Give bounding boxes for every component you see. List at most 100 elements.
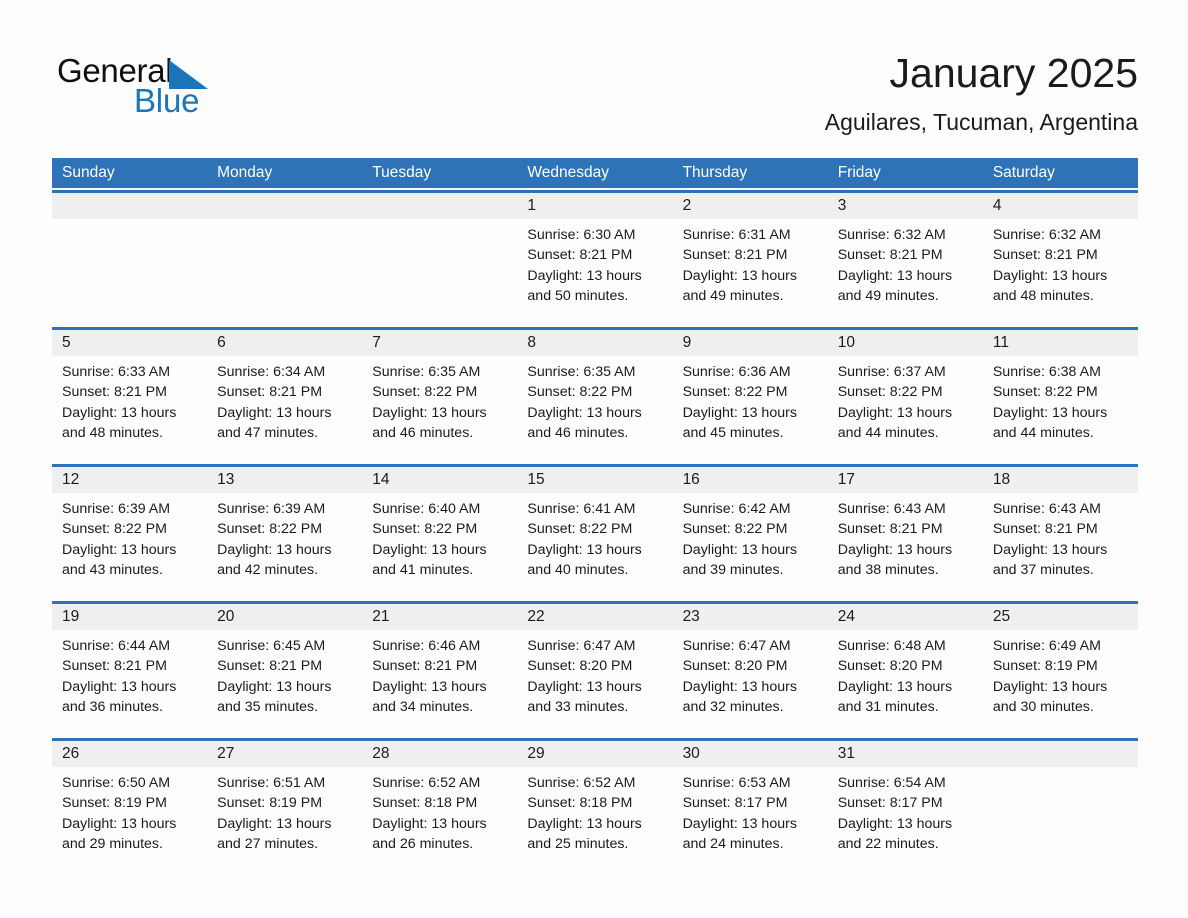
day-info-line: and 40 minutes. <box>527 561 629 578</box>
calendar-day-cell[interactable]: 4 Sunrise: 6:32 AM Sunset: 8:21 PM Daylight… <box>983 193 1138 325</box>
calendar-weeks: 1 Sunrise: 6:30 AM Sunset: 8:21 PM Daylight… <box>52 190 1138 870</box>
day-info-line: Sunset: 8:22 PM <box>682 521 788 538</box>
day-info-line: Sunrise: 6:41 AM <box>527 501 636 517</box>
calendar-day-cell[interactable]: 30 Sunrise: 6:53 AM Sunset: 8:17 PM Dayligh… <box>673 741 828 873</box>
calendar-day-cell[interactable]: 8 Sunrise: 6:35 AM Sunset: 8:22 PM Daylight… <box>517 330 672 462</box>
day-info-line: and 50 minutes. <box>527 287 629 304</box>
day-number: 21 <box>372 608 390 625</box>
calendar-day-cell[interactable]: 6 Sunrise: 6:34 AM Sunset: 8:21 PM Daylight… <box>207 330 362 462</box>
day-number: 5 <box>62 334 71 351</box>
day-info-line: Sunset: 8:18 PM <box>372 795 478 812</box>
calendar-day-cell[interactable]: 2 Sunrise: 6:31 AM Sunset: 8:21 PM Daylight… <box>673 193 828 325</box>
day-info-line: and 46 minutes. <box>372 424 474 441</box>
calendar-day-cell[interactable]: 13 Sunrise: 6:39 AM Sunset: 8:22 PM Dayligh… <box>207 467 362 599</box>
day-number: 28 <box>372 745 390 762</box>
day-info-line: Sunset: 8:22 PM <box>992 384 1098 401</box>
day-sun-info: Sunrise: 6:41 AM Sunset: 8:22 PM Daylight:… <box>527 499 668 580</box>
day-number: 3 <box>837 197 847 214</box>
day-sun-info: Sunrise: 6:44 AM Sunset: 8:21 PM Daylight:… <box>62 636 203 717</box>
day-info-line: Sunrise: 6:53 AM <box>682 775 791 791</box>
day-sun-info: Sunrise: 6:43 AM Sunset: 8:21 PM Daylight:… <box>838 499 979 580</box>
day-number: 10 <box>837 334 855 351</box>
calendar-day-cell[interactable]: 15 Sunrise: 6:41 AM Sunset: 8:22 PM Dayligh… <box>517 467 672 599</box>
day-sun-info: Sunrise: 6:45 AM Sunset: 8:21 PM Daylight:… <box>217 636 358 717</box>
day-info-line: and 30 minutes. <box>992 698 1094 715</box>
calendar-day-cell[interactable]: 9 Sunrise: 6:36 AM Sunset: 8:22 PM Daylight… <box>673 330 828 462</box>
calendar-day-cell[interactable]: 1 Sunrise: 6:30 AM Sunset: 8:21 PM Daylight… <box>517 193 672 325</box>
calendar-day-cell[interactable]: 27 Sunrise: 6:51 AM Sunset: 8:19 PM Dayligh… <box>207 741 362 873</box>
calendar-day-cell[interactable]: 26 Sunrise: 6:50 AM Sunset: 8:19 PM Dayligh… <box>52 741 207 873</box>
day-info-line: Sunset: 8:22 PM <box>527 521 633 538</box>
calendar-day-cell[interactable]: 7 Sunrise: 6:35 AM Sunset: 8:22 PM Daylight… <box>362 330 517 462</box>
day-info-line: Sunset: 8:21 PM <box>992 521 1098 538</box>
day-info-line: Daylight: 13 hours <box>527 541 642 558</box>
day-info-line: Daylight: 13 hours <box>837 267 953 284</box>
weekday-header-monday: Monday <box>217 164 273 181</box>
day-info-line: and 22 minutes. <box>837 835 939 852</box>
day-info-line: Sunset: 8:17 PM <box>837 795 943 812</box>
calendar-day-cell[interactable]: 24 Sunrise: 6:48 AM Sunset: 8:20 PM Dayligh… <box>828 604 983 736</box>
calendar-day-cell[interactable]: 5 Sunrise: 6:33 AM Sunset: 8:21 PM Daylight… <box>52 330 207 462</box>
day-info-line: Daylight: 13 hours <box>527 404 642 421</box>
calendar-day-cell[interactable]: 3 Sunrise: 6:32 AM Sunset: 8:21 PM Daylight… <box>828 193 983 325</box>
day-info-line: Daylight: 13 hours <box>682 541 797 558</box>
generalblue-logo[interactable]: General Blue <box>57 52 317 124</box>
calendar-day-cell[interactable]: 11 Sunrise: 6:38 AM Sunset: 8:22 PM Dayligh… <box>983 330 1138 462</box>
calendar-day-cell[interactable]: 23 Sunrise: 6:47 AM Sunset: 8:20 PM Dayligh… <box>673 604 828 736</box>
day-sun-info: Sunrise: 6:43 AM Sunset: 8:21 PM Daylight:… <box>993 499 1134 580</box>
day-info-line: Sunrise: 6:54 AM <box>837 775 946 791</box>
day-info-line: Sunrise: 6:32 AM <box>992 227 1101 243</box>
day-info-line: Sunrise: 6:39 AM <box>217 501 326 517</box>
day-sun-info: Sunrise: 6:48 AM Sunset: 8:20 PM Daylight:… <box>838 636 979 717</box>
calendar-week-row: 26 Sunrise: 6:50 AM Sunset: 8:19 PM Dayligh… <box>52 738 1138 870</box>
day-info-line: Sunrise: 6:42 AM <box>682 501 791 517</box>
logo-text-blue: Blue <box>134 82 200 119</box>
day-sun-info: Sunrise: 6:33 AM Sunset: 8:21 PM Daylight:… <box>62 362 203 443</box>
day-info-line: Daylight: 13 hours <box>682 404 797 421</box>
day-sun-info: Sunrise: 6:36 AM Sunset: 8:22 PM Daylight:… <box>683 362 824 443</box>
calendar-day-cells: 19 Sunrise: 6:44 AM Sunset: 8:21 PM Dayligh… <box>52 604 1138 736</box>
calendar-day-cell[interactable]: 17 Sunrise: 6:43 AM Sunset: 8:21 PM Dayligh… <box>828 467 983 599</box>
calendar-day-cell[interactable]: 31 Sunrise: 6:54 AM Sunset: 8:17 PM Dayligh… <box>828 741 983 873</box>
calendar-day-cell[interactable]: 19 Sunrise: 6:44 AM Sunset: 8:21 PM Dayligh… <box>52 604 207 736</box>
calendar-day-cell[interactable]: 14 Sunrise: 6:40 AM Sunset: 8:22 PM Dayligh… <box>362 467 517 599</box>
day-info-line: Sunset: 8:21 PM <box>62 658 167 675</box>
calendar-day-cell[interactable]: 10 Sunrise: 6:37 AM Sunset: 8:22 PM Dayligh… <box>828 330 983 462</box>
calendar-day-cell[interactable]: 28 Sunrise: 6:52 AM Sunset: 8:18 PM Dayligh… <box>362 741 517 873</box>
day-number: 30 <box>682 745 700 762</box>
day-info-line: and 26 minutes. <box>372 835 474 852</box>
day-sun-info: Sunrise: 6:54 AM Sunset: 8:17 PM Daylight:… <box>838 773 979 854</box>
calendar-day-cell[interactable]: 12 Sunrise: 6:39 AM Sunset: 8:22 PM Dayligh… <box>52 467 207 599</box>
calendar-day-cell[interactable]: 22 Sunrise: 6:47 AM Sunset: 8:20 PM Dayligh… <box>517 604 672 736</box>
day-info-line: Sunset: 8:22 PM <box>217 521 323 538</box>
day-sun-info: Sunrise: 6:50 AM Sunset: 8:19 PM Daylight:… <box>62 773 203 854</box>
day-info-line: Sunset: 8:20 PM <box>682 658 788 675</box>
calendar-day-cell[interactable]: 29 Sunrise: 6:52 AM Sunset: 8:18 PM Dayligh… <box>517 741 672 873</box>
day-sun-info: Sunrise: 6:46 AM Sunset: 8:21 PM Daylight:… <box>372 636 513 717</box>
day-info-line: Daylight: 13 hours <box>62 815 177 832</box>
day-info-line: Daylight: 13 hours <box>62 678 177 695</box>
weekday-header-thursday: Thursday <box>682 164 748 181</box>
day-info-line: Sunrise: 6:36 AM <box>682 364 791 380</box>
calendar-day-cell[interactable]: 18 Sunrise: 6:43 AM Sunset: 8:21 PM Dayligh… <box>983 467 1138 599</box>
calendar-day-cells: 5 Sunrise: 6:33 AM Sunset: 8:21 PM Daylight… <box>52 330 1138 462</box>
day-number: 4 <box>992 197 1002 214</box>
day-info-line: Daylight: 13 hours <box>372 815 487 832</box>
calendar-day-cell[interactable]: 21 Sunrise: 6:46 AM Sunset: 8:21 PM Dayligh… <box>362 604 517 736</box>
day-number: 31 <box>837 745 855 762</box>
day-info-line: Sunset: 8:22 PM <box>372 521 478 538</box>
calendar-week-row: 1 Sunrise: 6:30 AM Sunset: 8:21 PM Daylight… <box>52 190 1138 322</box>
calendar-day-cell[interactable]: 20 Sunrise: 6:45 AM Sunset: 8:21 PM Dayligh… <box>207 604 362 736</box>
day-info-line: Daylight: 13 hours <box>837 541 953 558</box>
day-sun-info: Sunrise: 6:52 AM Sunset: 8:18 PM Daylight:… <box>372 773 513 854</box>
calendar-day-cell[interactable]: 25 Sunrise: 6:49 AM Sunset: 8:19 PM Dayligh… <box>983 604 1138 736</box>
day-info-line: and 33 minutes. <box>527 698 629 715</box>
day-info-line: Daylight: 13 hours <box>837 404 953 421</box>
day-sun-info: Sunrise: 6:37 AM Sunset: 8:22 PM Daylight:… <box>838 362 979 443</box>
calendar-day-cell[interactable]: 16 Sunrise: 6:42 AM Sunset: 8:22 PM Dayligh… <box>673 467 828 599</box>
day-sun-info: Sunrise: 6:53 AM Sunset: 8:17 PM Daylight:… <box>683 773 824 854</box>
day-number: 12 <box>62 471 80 488</box>
day-info-line: and 27 minutes. <box>217 835 319 852</box>
day-info-line: Sunrise: 6:34 AM <box>217 364 326 380</box>
day-info-line: Sunrise: 6:30 AM <box>527 227 636 243</box>
